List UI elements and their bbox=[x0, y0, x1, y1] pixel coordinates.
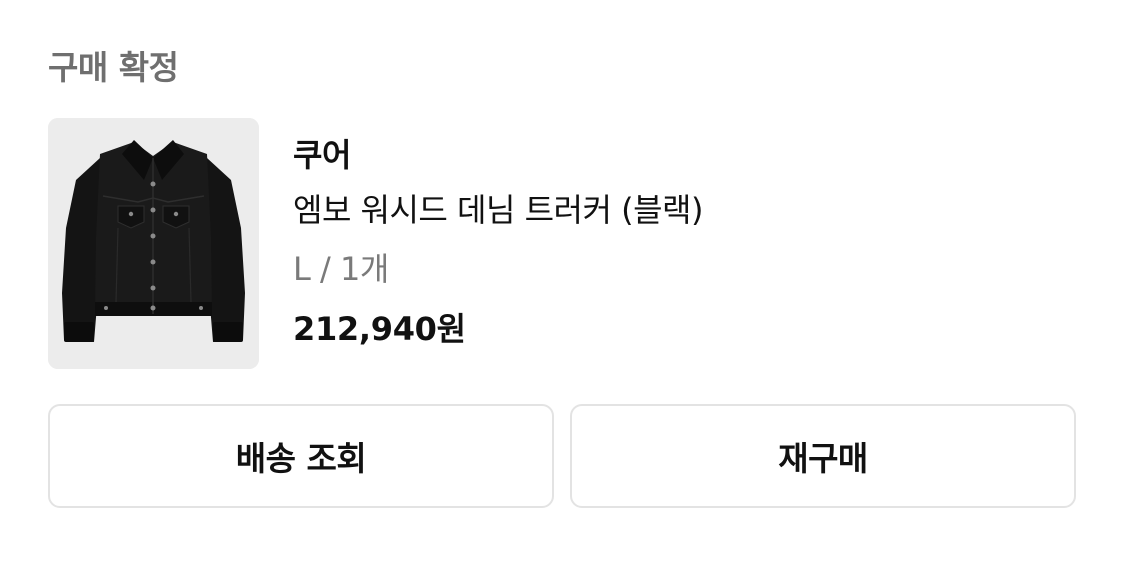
product-brand: 쿠어 bbox=[293, 136, 351, 174]
black-denim-jacket-image bbox=[48, 118, 259, 369]
product-name: 엠보 워시드 데님 트러커 (블랙) bbox=[293, 191, 703, 229]
product-info[interactable]: 쿠어 엠보 워시드 데님 트러커 (블랙) L / 1개 212,940원 bbox=[293, 130, 1053, 360]
product-option: L / 1개 bbox=[293, 250, 389, 288]
repurchase-button[interactable]: 재구매 bbox=[570, 404, 1076, 508]
product-price: 212,940원 bbox=[293, 310, 466, 348]
order-status-title: 구매 확정 bbox=[48, 48, 179, 87]
product-image[interactable] bbox=[48, 118, 259, 369]
track-shipping-button[interactable]: 배송 조회 bbox=[48, 404, 554, 508]
